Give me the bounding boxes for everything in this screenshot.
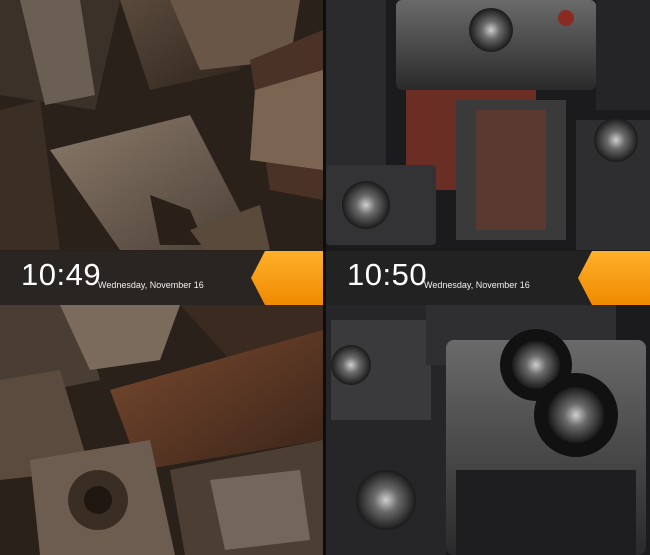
unlock-handle[interactable] xyxy=(251,251,323,305)
clock-time: 10:49 xyxy=(21,257,102,292)
clock-date: Wednesday, November 16 xyxy=(424,280,530,290)
clock-date: Wednesday, November 16 xyxy=(98,280,204,290)
clock-bar: 10:50 Wednesday, November 16 xyxy=(326,251,650,305)
unlock-handle[interactable] xyxy=(578,251,650,305)
orange-arrow-unlock-icon xyxy=(251,251,323,305)
lockscreen-left: 10:49 Wednesday, November 16 xyxy=(0,0,323,555)
lockscreen-right: 10:50 Wednesday, November 16 xyxy=(326,0,650,555)
clock-time: 10:50 xyxy=(347,257,428,292)
orange-arrow-unlock-icon xyxy=(578,251,650,305)
clock-bar: 10:49 Wednesday, November 16 xyxy=(0,251,323,305)
